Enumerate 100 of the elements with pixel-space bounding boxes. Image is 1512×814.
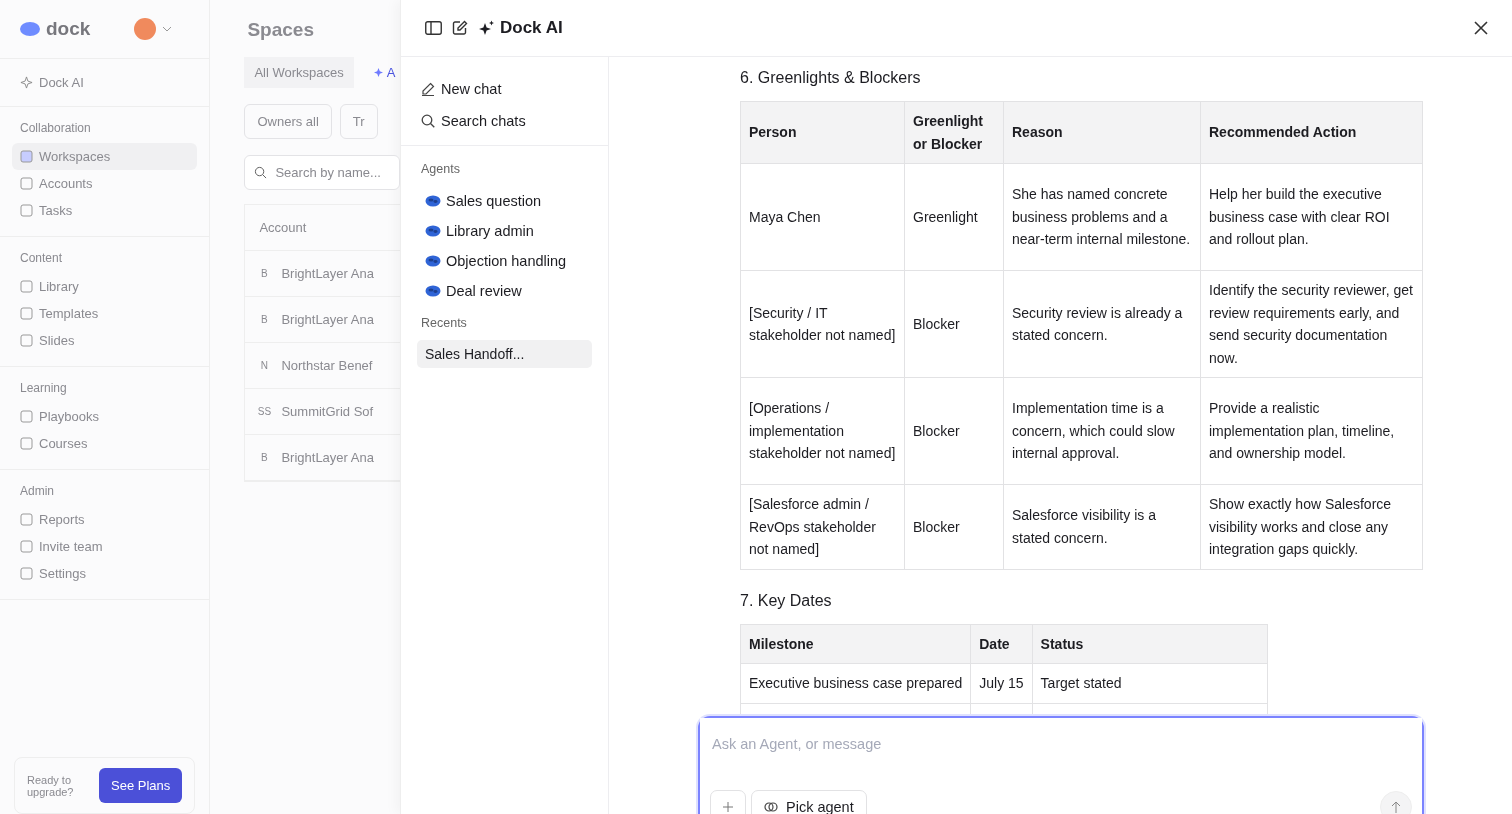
nav-icon — [20, 177, 33, 190]
table-cell: [Security / IT stakeholder not named] — [740, 270, 905, 378]
nav-icon — [20, 150, 33, 163]
plus-icon — [723, 802, 733, 812]
nav-item[interactable]: Reports — [12, 506, 198, 533]
account-initial: B — [260, 314, 269, 325]
sidebar-toggle-icon[interactable] — [425, 21, 442, 35]
edit-icon[interactable] — [452, 20, 468, 36]
column-header: Account — [245, 205, 400, 251]
account-initial: B — [260, 268, 269, 279]
sparkle-icon — [478, 19, 495, 37]
nav-icon — [20, 437, 33, 450]
table-cell: Show exactly how Salesforce visibility works and close any integration gaps quickly. — [1200, 484, 1423, 569]
tab[interactable]: All Workspaces — [244, 57, 354, 88]
close-icon[interactable] — [1474, 21, 1488, 35]
search-field[interactable]: Search by name... — [244, 155, 400, 190]
table-cell: Salesforce visibility is a stated concern. — [1003, 484, 1201, 569]
table-cell: Identify the security reviewer, get review requirements early, and send security documentation now. — [1200, 270, 1423, 378]
see-plans-button[interactable]: See Plans — [99, 768, 183, 803]
table-cell: Blocker — [904, 377, 1004, 485]
table-cell: Security review is already a stated concern. — [1003, 270, 1201, 378]
nav-icon — [20, 513, 33, 526]
table-cell: Target stated — [1032, 663, 1268, 703]
column-header: Recommended Action — [1200, 101, 1423, 164]
account-initial: SS — [257, 406, 272, 417]
section-title: Content — [19, 251, 64, 267]
side-action[interactable]: Search chats — [401, 105, 608, 137]
section-heading: Recents — [420, 315, 468, 332]
nav-item[interactable]: Playbooks — [12, 403, 198, 430]
recent-chat[interactable]: Sales Handoff... — [417, 340, 592, 368]
nav-icon — [20, 410, 33, 423]
column-header: Date — [970, 624, 1033, 664]
logo-text: dock — [46, 18, 91, 40]
nav-item[interactable]: Invite team — [12, 533, 198, 560]
sparkle-icon — [373, 68, 383, 77]
nav-icon — [20, 567, 33, 580]
table-cell: Blocker — [904, 270, 1004, 378]
account-initial: N — [259, 360, 270, 371]
filter-dropdown[interactable]: Owners all — [244, 104, 332, 139]
panel-title: Dock AI — [500, 18, 563, 38]
account-name: BrightLayer Ana — [281, 312, 374, 327]
agent-icon — [425, 285, 441, 297]
account-name: BrightLayer Ana — [281, 266, 374, 281]
nav-link[interactable]: Dock AI — [12, 69, 198, 96]
table-cell: She has named concrete business problems and a near-term internal milestone. — [1003, 163, 1201, 271]
section-heading: 7. Key Dates — [740, 591, 833, 610]
agent-icon — [425, 225, 441, 237]
agent-item[interactable]: Objection handling — [417, 246, 592, 276]
side-action[interactable]: New chat — [401, 73, 608, 105]
column-header: Status — [1032, 624, 1268, 664]
nav-label: Dock AI — [39, 75, 84, 90]
table-cell: [Salesforce admin / RevOps stakeholder not named] — [740, 484, 905, 569]
account-name: Northstar Benef — [281, 358, 373, 373]
filter-dropdown[interactable]: Tr — [339, 104, 378, 139]
nav-item[interactable]: Tasks — [12, 197, 198, 224]
agent-item[interactable]: Sales question — [417, 186, 592, 216]
send-button[interactable] — [1380, 791, 1412, 814]
nav-item[interactable]: Templates — [12, 300, 198, 327]
section-title: Admin — [19, 484, 55, 500]
arrow-up-icon — [1391, 801, 1401, 813]
table-cell: Implementation time is a concern, which could slow internal approval. — [1003, 377, 1201, 485]
nav-item[interactable]: Library — [12, 273, 198, 300]
column-header: Greenlight or Blocker — [904, 101, 1004, 164]
search-icon — [421, 114, 435, 128]
nav-icon — [20, 334, 33, 347]
table-cell: Executive business case prepared — [740, 663, 971, 703]
agent-item[interactable]: Deal review — [417, 276, 592, 306]
section-title: Learning — [19, 381, 68, 397]
chevron-icon[interactable] — [162, 26, 173, 32]
section-heading: Agents — [420, 162, 461, 178]
column-header: Person — [740, 101, 905, 164]
nav-item[interactable]: Settings — [12, 560, 198, 587]
upgrade-text: Ready to upgrade? — [27, 773, 75, 798]
search-icon — [254, 166, 268, 179]
account-name: SummitGrid Sof — [281, 404, 374, 419]
account-initial: B — [260, 452, 269, 463]
nav-item[interactable]: Courses — [12, 430, 198, 457]
nav-item[interactable]: Workspaces — [12, 143, 198, 170]
table-cell: [Operations / implementation stakeholder not named] — [740, 377, 905, 485]
logo-icon — [20, 22, 40, 36]
section-title: Collaboration — [19, 121, 92, 137]
table-cell: Blocker — [904, 484, 1004, 569]
table-cell: July 15 — [970, 663, 1033, 703]
account-name: BrightLayer Ana — [281, 450, 374, 465]
add-button[interactable] — [710, 790, 746, 814]
table-cell: Provide a realistic implementation plan, timeline, and ownership model. — [1200, 377, 1423, 485]
table-cell: Maya Chen — [740, 163, 905, 271]
table-cell: Greenlight — [904, 163, 1004, 271]
nav-icon — [20, 204, 33, 217]
nav-icon — [20, 307, 33, 320]
section-heading: 6. Greenlights & Blockers — [740, 69, 922, 87]
nav-item[interactable]: Slides — [12, 327, 198, 354]
avatar[interactable] — [134, 18, 157, 40]
agent-item[interactable]: Library admin — [417, 216, 592, 246]
table-cell: Help her build the executive business case with clear ROI and rollout plan. — [1200, 163, 1423, 271]
nav-item[interactable]: Accounts — [12, 170, 198, 197]
pencil-icon — [421, 82, 435, 96]
agent-icon — [425, 255, 441, 267]
link-icon — [764, 802, 778, 812]
tab[interactable]: A — [363, 57, 400, 88]
